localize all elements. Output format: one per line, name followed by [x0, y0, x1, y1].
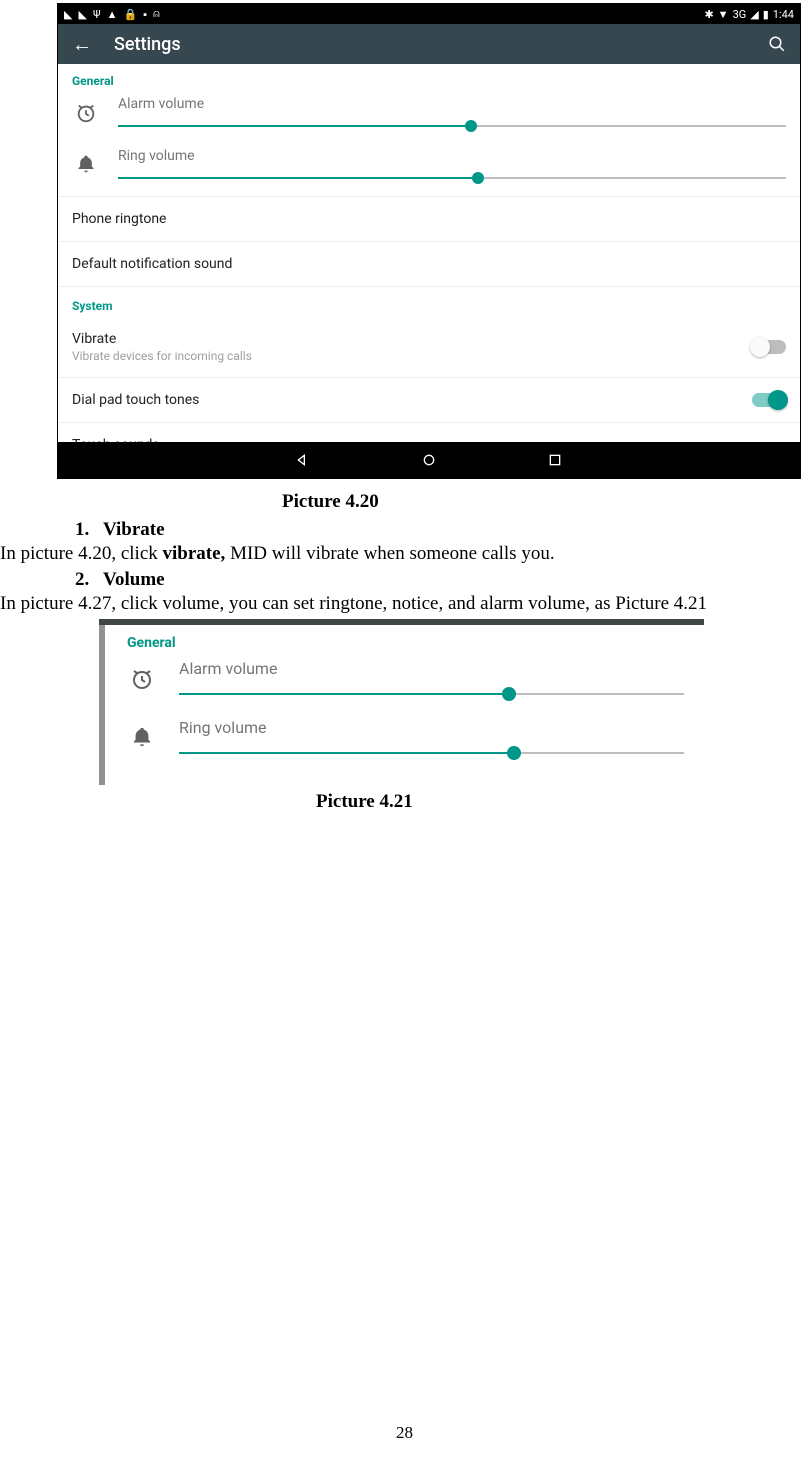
- ring-volume-label: Ring volume: [179, 718, 684, 737]
- alarm-volume-row: Alarm volume: [58, 92, 800, 144]
- list-item-2: 2.Volume: [75, 569, 809, 591]
- list-number: 1.: [75, 519, 103, 541]
- page-number: 28: [0, 1423, 809, 1461]
- section-header-system: System: [58, 286, 800, 317]
- dialpad-label: Dial pad touch tones: [72, 392, 199, 408]
- android-icon: ⍝: [153, 7, 160, 21]
- list-label: Volume: [103, 569, 165, 590]
- dialpad-tones-item[interactable]: Dial pad touch tones: [58, 377, 800, 422]
- page-title: Settings: [114, 34, 746, 55]
- bell-icon: [72, 148, 100, 174]
- back-icon[interactable]: ←: [72, 32, 92, 57]
- bluetooth-icon: ✱: [704, 8, 713, 21]
- section-header-general: General: [105, 625, 704, 655]
- alarm-icon: [127, 659, 157, 691]
- ring-volume-label: Ring volume: [118, 148, 786, 164]
- battery-icon: ▮: [763, 8, 769, 21]
- usb-icon: Ψ: [93, 8, 101, 21]
- phone-ringtone-item[interactable]: Phone ringtone: [58, 196, 800, 241]
- default-notification-item[interactable]: Default notification sound: [58, 241, 800, 286]
- cutoff-row: [105, 773, 704, 785]
- nav-home-icon[interactable]: [421, 452, 437, 468]
- ring-volume-slider[interactable]: [118, 170, 786, 186]
- screenshot-4-21: General Alarm volume Ring volume: [99, 619, 704, 785]
- list-number: 2.: [75, 569, 103, 591]
- vibrate-subtitle: Vibrate devices for incoming calls: [72, 349, 786, 363]
- status-icon: ◣: [64, 8, 72, 21]
- vibrate-item[interactable]: Vibrate Vibrate devices for incoming cal…: [58, 317, 800, 377]
- screenshot-4-20: ◣ ◣ Ψ ▲ 🔒 ▪ ⍝ ✱ ▼ 3G ◢ ▮ 1:44 ← Settings: [57, 3, 801, 479]
- status-bar: ◣ ◣ Ψ ▲ 🔒 ▪ ⍝ ✱ ▼ 3G ◢ ▮ 1:44: [58, 4, 800, 24]
- search-icon[interactable]: [768, 35, 786, 53]
- status-icon: ◣: [78, 8, 86, 21]
- app-bar: ← Settings: [58, 24, 800, 64]
- paragraph: In picture 4.20, click vibrate, MID will…: [0, 543, 809, 565]
- nav-bar: [58, 442, 800, 478]
- signal-icon: ◢: [750, 8, 758, 21]
- touch-sounds-label: Touch sounds: [72, 437, 160, 442]
- alarm-volume-label: Alarm volume: [179, 659, 684, 678]
- nav-back-icon[interactable]: [295, 452, 311, 468]
- alarm-icon: [72, 96, 100, 124]
- section-header-general: General: [58, 64, 800, 92]
- ring-volume-slider[interactable]: [179, 745, 684, 761]
- alarm-volume-row: Alarm volume: [105, 655, 704, 714]
- ring-volume-row: Ring volume: [105, 714, 704, 773]
- alarm-volume-slider[interactable]: [179, 686, 684, 702]
- nav-recent-icon[interactable]: [547, 452, 563, 468]
- figure-caption: Picture 4.21: [316, 791, 809, 813]
- warning-icon: ▲: [107, 8, 118, 21]
- ring-volume-row: Ring volume: [58, 144, 800, 196]
- bell-icon: [127, 718, 157, 748]
- dialpad-switch[interactable]: [752, 393, 786, 407]
- network-label: 3G: [733, 8, 747, 21]
- vibrate-switch[interactable]: [752, 340, 786, 354]
- vibrate-label: Vibrate: [72, 331, 786, 347]
- status-icon: ▪: [143, 8, 147, 21]
- alarm-volume-slider[interactable]: [118, 118, 786, 134]
- touch-sounds-item[interactable]: Touch sounds: [58, 422, 800, 442]
- figure-caption: Picture 4.20: [282, 491, 809, 513]
- alarm-volume-label: Alarm volume: [118, 96, 786, 112]
- list-label: Vibrate: [103, 519, 165, 540]
- lock-icon: 🔒: [123, 8, 137, 21]
- clock: 1:44: [773, 8, 794, 21]
- list-item-1: 1.Vibrate: [75, 519, 809, 541]
- paragraph: In picture 4.27, click volume, you can s…: [0, 593, 809, 615]
- wifi-icon: ▼: [718, 8, 729, 21]
